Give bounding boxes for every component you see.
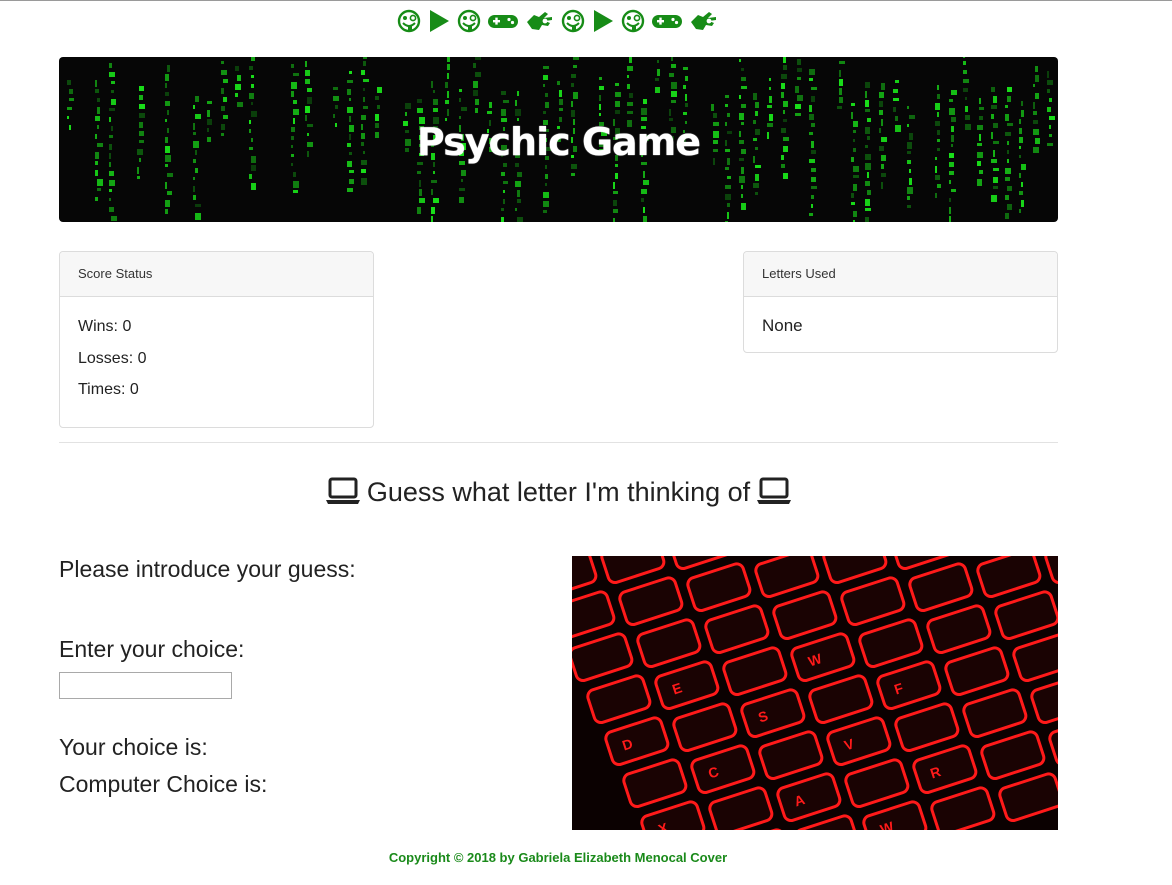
copyright-footer: Copyright © 2018 by Gabriela Elizabeth M… bbox=[388, 850, 728, 865]
letters-used-value: None bbox=[762, 316, 803, 335]
guess-prompt: Please introduce your guess: bbox=[59, 556, 356, 582]
laptop-icon bbox=[325, 476, 361, 517]
times-count: Times: 0 bbox=[78, 381, 139, 398]
zany-face-icon bbox=[561, 8, 585, 34]
headline-text: Guess what letter I'm thinking of bbox=[366, 477, 751, 507]
play-icon bbox=[427, 8, 451, 34]
red-keyboard-photo: EWDSFCVXAREW bbox=[572, 556, 1058, 830]
enter-choice-label: Enter your choice: bbox=[59, 636, 245, 662]
hand-icon bbox=[525, 8, 555, 34]
letters-used-card: Letters Used None bbox=[743, 251, 1058, 353]
game-headline: Guess what letter I'm thinking of bbox=[59, 472, 1058, 517]
losses-count: Losses: 0 bbox=[78, 349, 147, 367]
letters-used-header: Letters Used bbox=[744, 252, 1057, 297]
score-status-header: Score Status bbox=[60, 252, 373, 297]
computer-choice-text: Computer Choice is: bbox=[59, 771, 268, 797]
gamepad-icon bbox=[487, 8, 519, 34]
zany-face-icon bbox=[457, 8, 481, 34]
laptop-icon bbox=[756, 476, 792, 517]
section-divider bbox=[59, 442, 1058, 443]
title-banner: Psychic Game bbox=[59, 57, 1058, 222]
wins-count: Wins: 0 bbox=[78, 318, 132, 335]
choice-input[interactable] bbox=[59, 672, 232, 699]
zany-face-icon bbox=[621, 8, 645, 34]
play-icon bbox=[591, 8, 615, 34]
score-status-card: Score Status Wins: 0 Losses: 0 Times: 0 bbox=[59, 251, 374, 428]
hand-icon bbox=[689, 8, 719, 34]
banner-title: Psychic Game bbox=[416, 119, 701, 164]
gamepad-icon bbox=[651, 8, 683, 34]
header-icon-row bbox=[0, 8, 1116, 34]
top-rule bbox=[0, 0, 1172, 1]
zany-face-icon bbox=[397, 8, 421, 34]
your-choice-text: Your choice is: bbox=[59, 734, 208, 760]
